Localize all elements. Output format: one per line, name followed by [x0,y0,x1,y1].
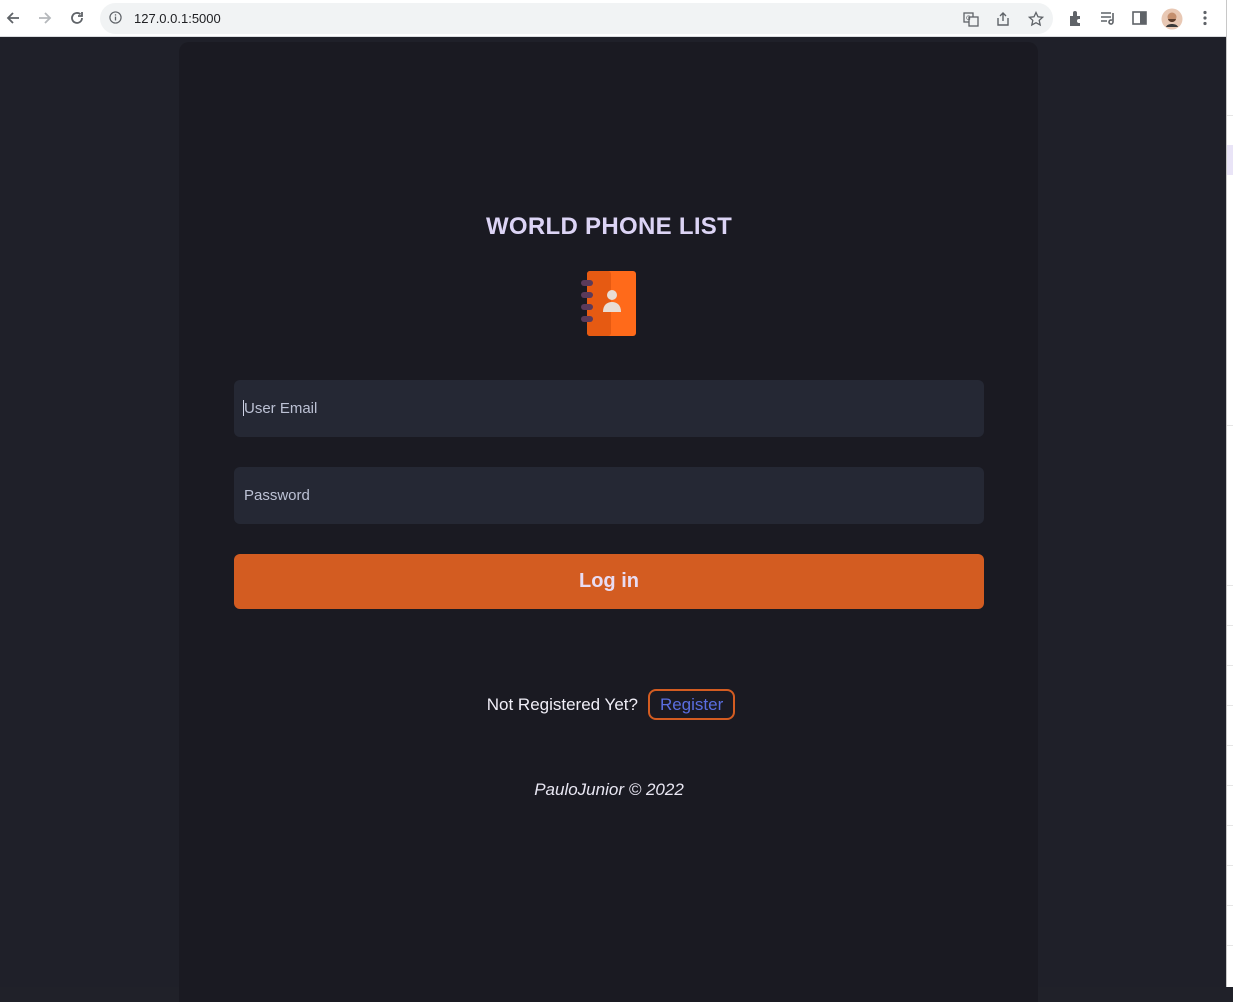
reading-list-icon[interactable] [1099,9,1117,27]
svg-text:G: G [966,15,971,22]
register-button[interactable]: Register [647,689,736,720]
page-title: WORLD PHONE LIST [485,213,733,240]
share-icon[interactable] [995,11,1011,27]
info-icon[interactable] [109,11,122,24]
translate-icon[interactable]: G [963,11,979,27]
contact-book-icon [581,271,636,336]
password-field[interactable] [234,467,984,524]
background-window-edge [1226,0,1233,987]
footer-text: PauloJunior © 2022 [534,780,684,799]
address-bar[interactable]: 127.0.0.1:5000 G [100,3,1053,34]
bookmark-star-icon[interactable] [1028,11,1044,27]
menu-icon[interactable] [1196,9,1214,27]
register-row: Not Registered Yet? Register [0,689,1218,720]
email-field[interactable] [234,380,984,437]
side-panel-icon[interactable] [1131,9,1149,27]
extensions-icon[interactable] [1067,9,1085,27]
text-cursor [243,400,244,416]
url-text: 127.0.0.1:5000 [134,11,221,26]
register-prompt: Not Registered Yet? [486,694,638,714]
login-button[interactable]: Log in [234,554,984,609]
profile-avatar[interactable] [1161,8,1183,30]
browser-toolbar: 127.0.0.1:5000 G [0,0,1226,37]
reload-icon[interactable] [67,8,87,28]
forward-icon[interactable] [35,8,55,28]
back-icon[interactable] [3,8,23,28]
